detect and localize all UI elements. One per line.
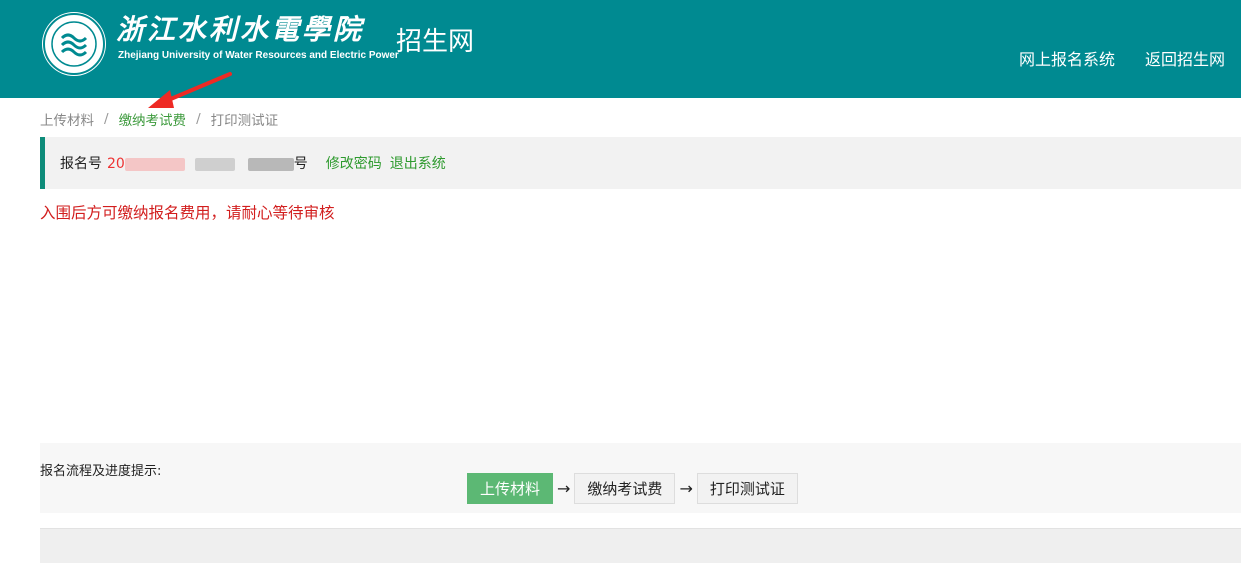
breadcrumb-print-ticket[interactable]: 打印测试证 xyxy=(211,109,279,129)
school-name-cn: 浙江水利水電學院 xyxy=(116,13,365,46)
registration-info-bar: 报名号 20 号 修改密码 退出系统 xyxy=(40,137,1241,189)
top-nav: 网上报名系统 返回招生网 xyxy=(1019,46,1225,70)
footer-bar xyxy=(40,528,1241,563)
step-pay-fee[interactable]: 缴纳考试费 xyxy=(574,473,676,504)
redacted-block xyxy=(247,157,294,171)
nav-back-to-admissions[interactable]: 返回招生网 xyxy=(1145,46,1225,70)
reg-number-value: 20 号 xyxy=(107,153,308,173)
process-steps: 上传材料 → 缴纳考试费 → 打印测试证 xyxy=(467,473,798,504)
redacted-block xyxy=(195,157,236,171)
breadcrumb-upload[interactable]: 上传材料 xyxy=(40,109,94,129)
change-password-link[interactable]: 修改密码 xyxy=(326,153,382,173)
reg-number-suffix: 号 xyxy=(293,156,308,172)
breadcrumb: 上传材料 / 缴纳考试费 / 打印测试证 xyxy=(40,109,278,129)
arrow-icon: → xyxy=(557,479,571,498)
school-seal-icon xyxy=(42,12,106,76)
redacted-block xyxy=(124,157,185,171)
breadcrumb-pay-fee[interactable]: 缴纳考试费 xyxy=(119,109,187,129)
logout-link[interactable]: 退出系统 xyxy=(390,153,446,173)
reg-number-prefix: 20 xyxy=(107,156,125,172)
step-print-ticket[interactable]: 打印测试证 xyxy=(696,473,798,504)
arrow-icon: → xyxy=(679,479,693,498)
breadcrumb-separator: / xyxy=(196,111,201,127)
review-notice: 入围后方可缴纳报名费用，请耐心等待审核 xyxy=(40,204,335,222)
reg-number-label: 报名号 xyxy=(60,156,102,172)
site-title: 招生网 xyxy=(396,27,475,57)
school-name-en: Zhejiang University of Water Resources a… xyxy=(118,50,399,61)
step-upload[interactable]: 上传材料 xyxy=(467,473,554,504)
nav-online-registration[interactable]: 网上报名系统 xyxy=(1019,46,1115,70)
process-panel: 报名流程及进度提示: 上传材料 → 缴纳考试费 → 打印测试证 xyxy=(40,443,1241,513)
process-title: 报名流程及进度提示: xyxy=(40,464,162,479)
breadcrumb-separator: / xyxy=(104,111,109,127)
